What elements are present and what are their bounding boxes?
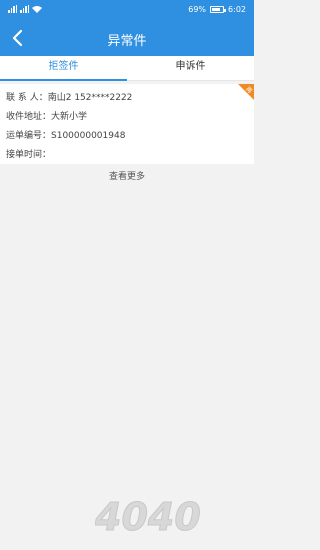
network-indicators [8,5,42,13]
watermark-logo: 4040 [95,495,201,540]
page-title: 异常件 [107,34,147,49]
svg-text:4040: 4040 [95,495,201,539]
signal-icon [8,5,17,13]
contact-row: 联 系 人：南山2 152****2222 [6,90,132,103]
tab-appeal[interactable]: 申诉件 [127,56,254,80]
address-row: 收件地址：大新小学 [6,109,87,122]
address-value: 大新小学 [51,112,88,122]
signal-icon [20,5,29,13]
waybill-row: 运单编号：S100000001948 [6,128,125,141]
clock: 6:02 [228,5,246,14]
wifi-icon [32,6,42,13]
battery-icon [210,6,227,13]
tab-rejected[interactable]: 拒签件 [0,56,127,80]
waybill-value: S100000001948 [51,131,126,141]
waybill-label: 运单编号： [6,131,52,141]
contact-value: 南山2 152****2222 [47,93,133,103]
contact-label: 联 系 人： [6,93,48,103]
status-right: 69% 6:02 [188,5,246,14]
order-time-label: 接单时间： [6,150,52,160]
battery-percent: 69% [188,5,207,14]
status-bar: 69% 6:02 [0,0,254,20]
order-time-row: 接单时间： [6,147,51,160]
view-more-link[interactable]: 查看更多 [0,169,254,182]
tab-bar: 拒签件 申诉件 [0,56,254,81]
active-tab-indicator [0,79,127,81]
title-bar: 异常件 [0,20,254,56]
exception-record-card[interactable]: 联 系 人：南山2 152****2222 收件地址：大新小学 运单编号：S10… [0,84,254,164]
corner-badge: 再 [238,84,254,100]
address-label: 收件地址： [6,112,52,122]
